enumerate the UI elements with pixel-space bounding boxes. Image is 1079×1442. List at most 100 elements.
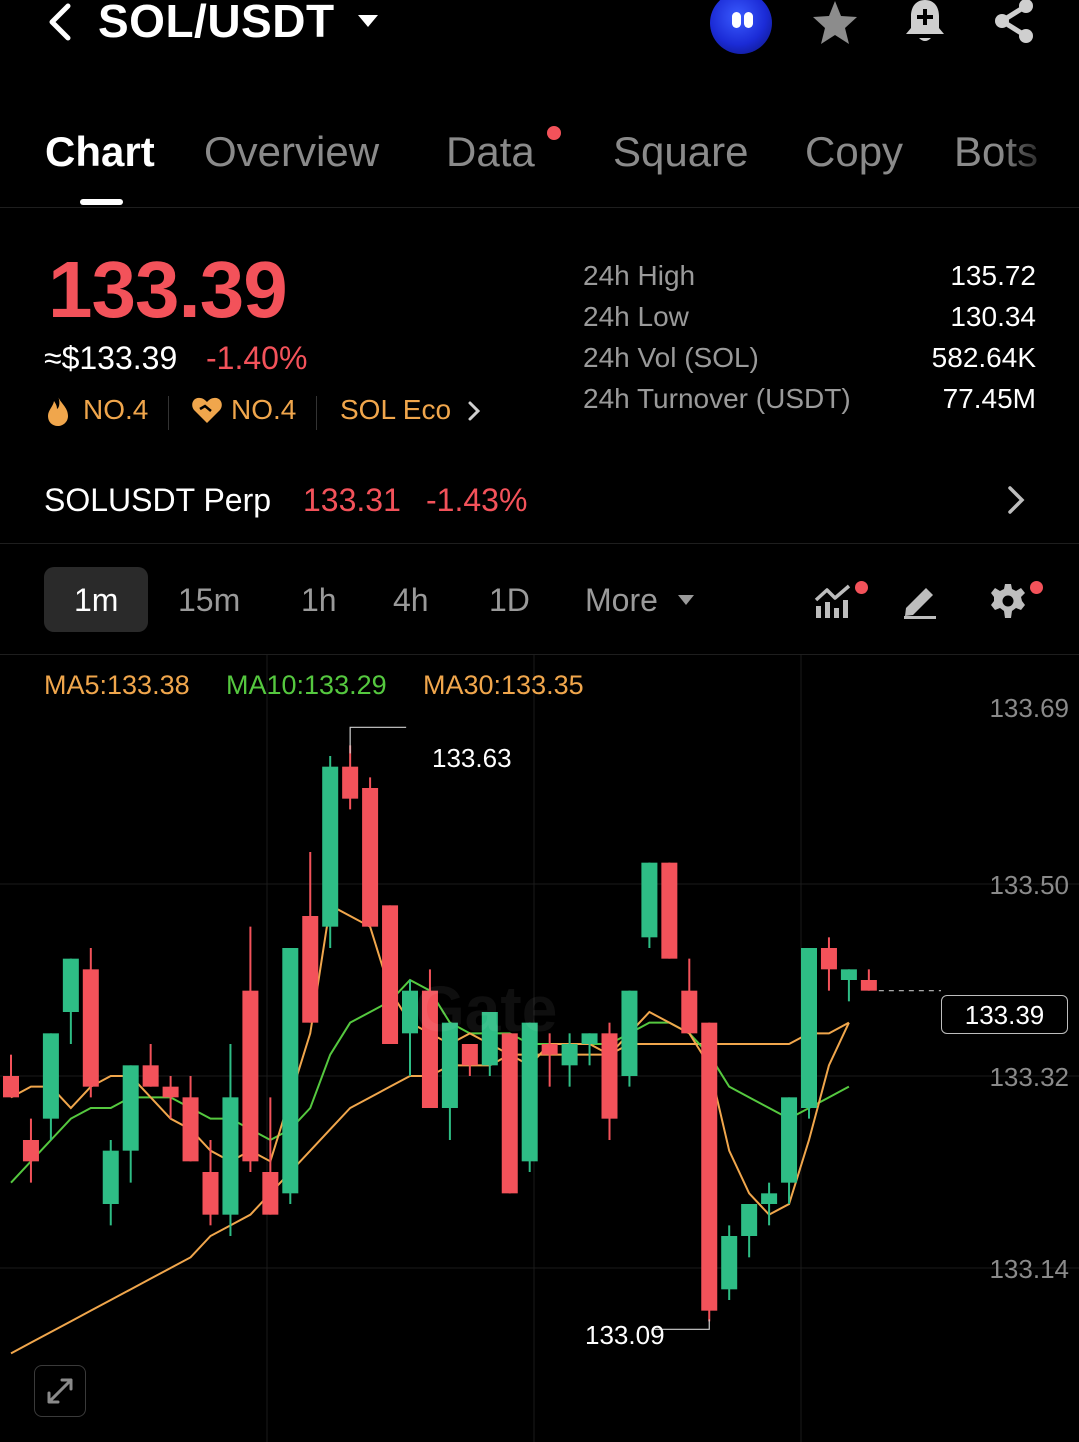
stat-label-24h-low: 24h Low: [583, 301, 689, 332]
stat-value-24h-low: 130.34: [950, 301, 1036, 332]
candle-body: [601, 1033, 618, 1119]
perp-chevron-right-icon[interactable]: [1003, 484, 1029, 521]
candle-body: [801, 948, 817, 1108]
interval-1h[interactable]: 1h: [301, 582, 337, 619]
candlestick-chart[interactable]: [0, 655, 1079, 1442]
active-tab-indicator: [80, 199, 123, 205]
candle-body: [820, 948, 837, 970]
expand-chart-icon[interactable]: [34, 1365, 86, 1417]
last-price: 133.39: [48, 245, 288, 334]
y-axis-label: 133.14: [989, 1254, 1069, 1284]
candle-body: [362, 788, 379, 927]
interval-1m[interactable]: 1m: [74, 582, 118, 619]
candle-body: [322, 766, 339, 927]
draw-pencil-icon[interactable]: [900, 582, 940, 625]
candle-body: [82, 969, 99, 1087]
settings-notification-dot: [1030, 581, 1043, 594]
interval-more[interactable]: More: [585, 582, 658, 619]
low-annotation: 133.09: [585, 1320, 665, 1350]
candle-body: [342, 766, 359, 799]
interval-4h[interactable]: 4h: [393, 582, 429, 619]
separator: [168, 396, 169, 430]
price-alert-bell-icon[interactable]: [900, 0, 950, 51]
ma5-label: MA5:133.38: [44, 670, 190, 700]
stat-label-24h-turnover: 24h Turnover (USDT): [583, 383, 851, 414]
stat-label-24h-vol: 24h Vol (SOL): [583, 342, 759, 373]
stat-value-24h-turnover: 77.45M: [942, 383, 1036, 414]
candle-body: [242, 990, 259, 1162]
share-icon[interactable]: [990, 0, 1040, 51]
candle-body: [202, 1172, 219, 1215]
tab-data[interactable]: Data: [446, 128, 535, 176]
high-annotation: 133.63: [432, 743, 512, 773]
separator: [316, 396, 317, 430]
candle-body: [262, 1172, 279, 1215]
heart-handshake-icon: [191, 395, 223, 430]
chevron-right-icon[interactable]: [465, 400, 483, 427]
candle-body: [621, 990, 638, 1076]
y-axis-label: 133.50: [989, 870, 1069, 900]
candle-body: [22, 1140, 39, 1162]
candle-body: [501, 1033, 518, 1194]
candle-body: [860, 980, 877, 991]
tab-copy[interactable]: Copy: [805, 128, 903, 176]
tab-overview[interactable]: Overview: [204, 128, 379, 176]
candle-body: [142, 1065, 159, 1087]
candle-body: [3, 1076, 19, 1098]
hot-rank[interactable]: NO.4: [83, 394, 148, 426]
fav-rank[interactable]: NO.4: [231, 394, 296, 426]
y-axis-label: 133.32: [989, 1062, 1069, 1092]
pair-dropdown-caret-icon[interactable]: [356, 12, 380, 35]
candle-body: [840, 969, 857, 980]
stat-label-24h-high: 24h High: [583, 260, 696, 291]
perp-name[interactable]: SOLUSDT Perp: [44, 482, 271, 519]
candle-body: [222, 1097, 239, 1215]
candle-body: [701, 1022, 718, 1311]
candle-body: [302, 916, 319, 1023]
ma10-label: MA10:133.29: [226, 670, 387, 700]
tab-square[interactable]: Square: [613, 128, 748, 176]
perp-price: 133.31: [303, 482, 401, 518]
settings-gear-icon[interactable]: [989, 582, 1027, 625]
favorite-star-icon[interactable]: [810, 0, 860, 53]
mascot-avatar-icon[interactable]: [710, 0, 772, 54]
usd-price: ≈$133.39: [44, 340, 178, 376]
interval-1d[interactable]: 1D: [489, 582, 530, 619]
stat-value-24h-high: 135.72: [950, 260, 1036, 291]
candle-body: [681, 990, 698, 1034]
candle-body: [581, 1033, 598, 1044]
high-annotation-line: [349, 726, 407, 754]
ma30-label: MA30:133.35: [423, 670, 584, 700]
candle-body: [182, 1097, 199, 1162]
candle-body: [741, 1204, 758, 1236]
candle-body: [62, 958, 79, 1012]
indicators-notification-dot: [855, 581, 868, 594]
divider: [0, 543, 1079, 544]
pair-title[interactable]: SOL/USDT: [98, 0, 335, 48]
sol-eco-link[interactable]: SOL Eco: [340, 394, 451, 426]
candle-body: [461, 1044, 478, 1066]
change-percent: -1.40%: [206, 340, 308, 376]
tab-data-notification-dot: [547, 126, 561, 140]
y-axis-label: 133.69: [989, 693, 1069, 723]
stat-value-24h-vol: 582.64K: [931, 342, 1036, 373]
candle-body: [42, 1033, 59, 1119]
last-price-tag: 133.39: [964, 1000, 1045, 1030]
candle-body: [781, 1097, 798, 1183]
back-icon[interactable]: [40, 0, 84, 44]
chart-watermark: Gate: [415, 973, 558, 1045]
tab-chart[interactable]: Chart: [45, 128, 155, 176]
candle-body: [661, 862, 678, 959]
more-caret-icon[interactable]: [677, 593, 695, 612]
candle-body: [282, 948, 299, 1194]
candle-body: [162, 1086, 179, 1098]
candle-body: [122, 1065, 139, 1151]
indicators-icon[interactable]: [813, 582, 853, 625]
candle-body: [721, 1236, 738, 1290]
perp-change: -1.43%: [426, 482, 528, 518]
candle-body: [761, 1193, 778, 1204]
fire-icon: [44, 395, 72, 432]
tabs-overflow-fade: [1000, 120, 1079, 190]
candle-body: [382, 905, 399, 1044]
interval-15m[interactable]: 15m: [178, 582, 240, 619]
